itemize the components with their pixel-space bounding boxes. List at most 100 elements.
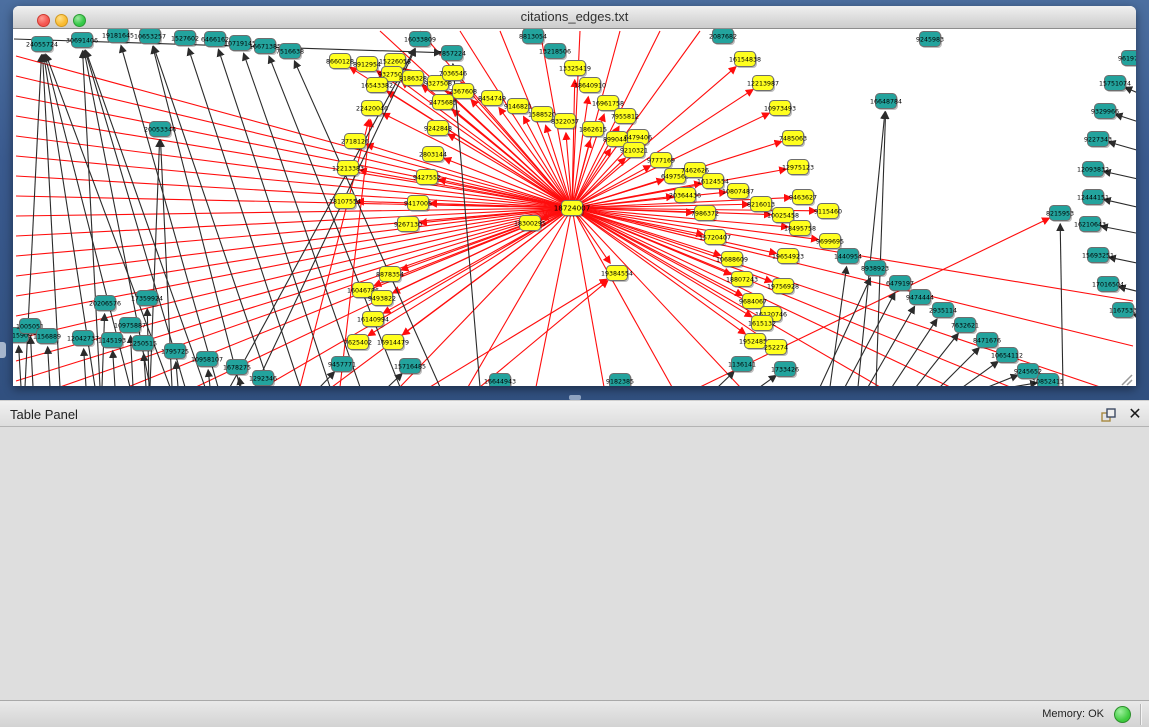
- graph-node[interactable]: 2803144: [419, 147, 447, 164]
- graph-node[interactable]: 8216013: [747, 197, 775, 214]
- panel-collapse-handle[interactable]: [0, 342, 6, 358]
- graph-node[interactable]: 2718126: [341, 134, 369, 151]
- graph-node[interactable]: 1733426: [771, 362, 799, 379]
- graph-node[interactable]: 8912954: [353, 57, 381, 74]
- graph-node[interactable]: 7625402: [344, 335, 372, 352]
- graph-node[interactable]: 2087682: [709, 29, 737, 45]
- graph-edge[interactable]: [84, 349, 86, 386]
- close-panel-icon[interactable]: ✕: [1126, 404, 1144, 424]
- graph-node[interactable]: 9245983: [916, 32, 944, 49]
- graph-edge[interactable]: [153, 47, 240, 386]
- graph-node[interactable]: 2935114: [929, 303, 957, 320]
- graph-node[interactable]: 1527602: [171, 31, 199, 48]
- graph-node[interactable]: 9619797: [1118, 51, 1136, 68]
- graph-edge[interactable]: [154, 46, 270, 386]
- graph-edge[interactable]: [320, 372, 334, 386]
- graph-node[interactable]: 30691406: [66, 33, 98, 50]
- graph-edge[interactable]: [868, 307, 914, 386]
- graph-edge[interactable]: [48, 347, 50, 386]
- graph-node[interactable]: 15751074: [1099, 76, 1131, 93]
- graph-node[interactable]: 9329966: [1091, 104, 1119, 121]
- graph-node[interactable]: 16033809: [404, 32, 436, 49]
- graph-node[interactable]: 9777169: [647, 153, 675, 170]
- graph-node[interactable]: 2475685: [429, 95, 457, 112]
- graph-node[interactable]: 9474444: [906, 290, 934, 307]
- graph-node[interactable]: 15716485: [394, 359, 426, 376]
- graph-node[interactable]: 22420046: [356, 101, 388, 118]
- graph-node[interactable]: 13218506: [539, 44, 571, 61]
- graph-edge[interactable]: [208, 370, 210, 386]
- graph-node[interactable]: 8215953: [1046, 206, 1074, 223]
- graph-node[interactable]: 7632621: [951, 318, 979, 335]
- graph-edge[interactable]: [572, 208, 1133, 346]
- graph-node[interactable]: 24055724: [26, 37, 58, 54]
- graph-edge[interactable]: [102, 314, 105, 386]
- graph-edge[interactable]: [16, 208, 572, 296]
- graph-node[interactable]: 9227343: [1084, 132, 1112, 149]
- graph-edge[interactable]: [430, 279, 607, 386]
- graph-node[interactable]: 8186328: [399, 71, 427, 88]
- graph-node[interactable]: 16140994: [357, 312, 389, 329]
- graph-node[interactable]: 19756928: [767, 279, 799, 296]
- graph-node[interactable]: 1250515: [129, 336, 157, 353]
- graph-node[interactable]: 16644943: [484, 374, 516, 387]
- graph-node[interactable]: 9493822: [368, 291, 396, 308]
- graph-node[interactable]: 7857224: [438, 46, 466, 63]
- graph-edge[interactable]: [524, 117, 572, 208]
- graph-edge[interactable]: [31, 337, 33, 386]
- canvas-resize-grip[interactable]: [1122, 375, 1132, 385]
- graph-node[interactable]: 16648784: [870, 94, 902, 111]
- graph-node[interactable]: 8878354: [376, 267, 404, 284]
- graph-node[interactable]: 1136141: [728, 357, 756, 374]
- graph-node[interactable]: 7955812: [611, 109, 639, 126]
- graph-node[interactable]: 20053346: [144, 122, 176, 139]
- graph-node[interactable]: 12213987: [747, 76, 779, 93]
- graph-node[interactable]: 19654923: [772, 249, 804, 266]
- graph-node[interactable]: 10973493: [764, 101, 796, 118]
- graph-edge[interactable]: [176, 362, 178, 386]
- graph-node[interactable]: 20206576: [89, 296, 121, 313]
- graph-edge[interactable]: [940, 348, 979, 386]
- graph-node[interactable]: 9427552: [413, 170, 441, 187]
- graph-edge[interactable]: [16, 208, 572, 339]
- graph-node[interactable]: 12093832: [1077, 162, 1109, 179]
- graph-node[interactable]: 1292346: [249, 371, 277, 387]
- graph-node[interactable]: 252274: [764, 340, 788, 357]
- graph-node[interactable]: 10654112: [991, 348, 1023, 365]
- graph-node[interactable]: 1145193: [98, 333, 126, 350]
- graph-node[interactable]: 17016504: [1092, 277, 1124, 294]
- graph-edge[interactable]: [1115, 114, 1136, 123]
- graph-node[interactable]: 10975887: [114, 318, 146, 335]
- graph-node[interactable]: 16154838: [729, 52, 761, 69]
- graph-node[interactable]: 9115460: [814, 204, 842, 221]
- graph-edge[interactable]: [760, 375, 776, 386]
- graph-edge[interactable]: [892, 319, 937, 386]
- graph-node[interactable]: 13325419: [559, 61, 591, 78]
- graph-node[interactable]: 10688609: [716, 252, 748, 269]
- graph-node[interactable]: 15693251: [1082, 248, 1114, 265]
- graph-edge[interactable]: [453, 64, 480, 386]
- graph-edge[interactable]: [383, 113, 572, 208]
- graph-edge[interactable]: [963, 361, 998, 386]
- memory-status-indicator[interactable]: [1114, 706, 1131, 723]
- graph-node[interactable]: 8938923: [861, 261, 889, 278]
- graph-node[interactable]: 9210321: [620, 143, 648, 160]
- graph-edge[interactable]: [401, 208, 572, 270]
- network-canvas-svg[interactable]: 2405572430691406191816451065325715276026…: [13, 29, 1136, 386]
- graph-node[interactable]: 9699695: [816, 234, 844, 251]
- graph-node[interactable]: 9457771: [328, 357, 356, 374]
- graph-node[interactable]: 8471676: [973, 333, 1001, 350]
- graph-edge[interactable]: [1060, 224, 1063, 386]
- graph-node[interactable]: 9242848: [424, 121, 452, 138]
- graph-node[interactable]: 1615132: [748, 316, 776, 333]
- graph-node[interactable]: 16210643: [1074, 217, 1106, 234]
- graph-edge[interactable]: [830, 267, 847, 386]
- graph-node[interactable]: 8660128: [326, 54, 354, 71]
- graph-node[interactable]: 7516638: [276, 44, 304, 61]
- graph-edge[interactable]: [218, 49, 330, 386]
- network-window-titlebar[interactable]: citations_edges.txt: [13, 6, 1136, 29]
- graph-node[interactable]: 8322037: [551, 114, 579, 131]
- graph-node[interactable]: 8454749: [478, 91, 506, 108]
- graph-node[interactable]: 18640910: [574, 78, 606, 95]
- graph-node[interactable]: 7036546: [439, 66, 467, 83]
